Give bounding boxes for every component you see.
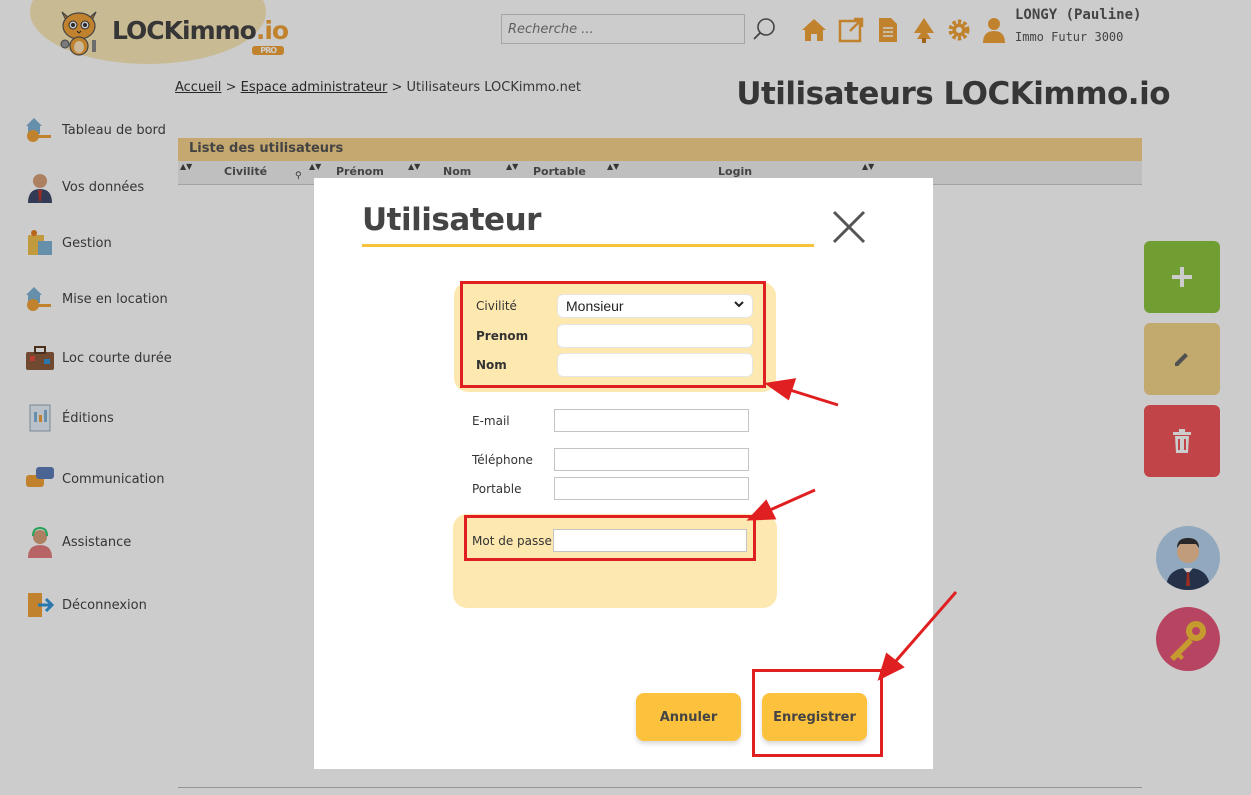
telephone-label: Téléphone	[472, 453, 533, 467]
close-icon[interactable]	[832, 210, 866, 244]
title-underline	[362, 244, 814, 247]
annotation-highlight-identity	[460, 281, 766, 388]
dialog-title: Utilisateur	[362, 202, 541, 238]
portable-label: Portable	[472, 482, 522, 496]
telephone-input[interactable]	[554, 448, 749, 471]
annotation-highlight-save	[752, 669, 883, 757]
email-label: E-mail	[472, 414, 510, 428]
cancel-button[interactable]: Annuler	[636, 693, 741, 741]
email-input[interactable]	[554, 409, 749, 432]
portable-input[interactable]	[554, 477, 749, 500]
annotation-highlight-password	[464, 515, 756, 561]
